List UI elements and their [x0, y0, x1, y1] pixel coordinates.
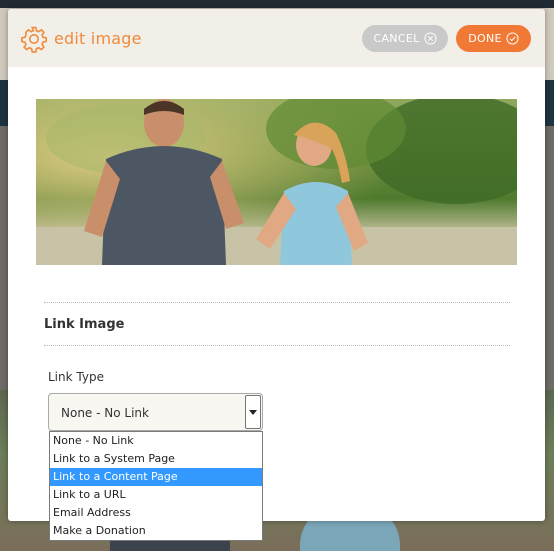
option-none[interactable]: None - No Link [50, 432, 262, 450]
chevron-down-icon[interactable] [245, 395, 261, 429]
cancel-button-label: CANCEL [373, 32, 420, 45]
option-content-page[interactable]: Link to a Content Page [50, 468, 262, 486]
joggers-photo [36, 99, 517, 265]
option-email[interactable]: Email Address [50, 504, 262, 522]
done-button-label: DONE [468, 32, 502, 45]
link-type-label: Link Type [48, 370, 104, 384]
link-type-selected-value: None - No Link [61, 406, 149, 420]
link-type-select[interactable]: None - No Link [48, 393, 263, 431]
option-system-page[interactable]: Link to a System Page [50, 450, 262, 468]
done-button[interactable]: DONE [456, 25, 531, 52]
image-preview [36, 99, 517, 265]
cancel-button[interactable]: CANCEL [362, 25, 448, 52]
section-title: Link Image [44, 317, 125, 332]
section-divider-top [44, 302, 510, 303]
section-divider-bottom [44, 345, 510, 346]
link-type-options: None - No Link Link to a System Page Lin… [49, 431, 263, 541]
background-top-bar [0, 0, 554, 8]
option-donation[interactable]: Make a Donation [50, 522, 262, 540]
edit-image-dialog: edit image CANCEL DONE Link Image Link T… [8, 9, 545, 541]
dialog-title: edit image [54, 29, 142, 48]
check-circle-icon [506, 32, 519, 45]
option-url[interactable]: Link to a URL [50, 486, 262, 504]
close-circle-icon [423, 32, 437, 45]
gear-icon [21, 26, 47, 53]
dialog-header: edit image CANCEL DONE [8, 9, 545, 67]
